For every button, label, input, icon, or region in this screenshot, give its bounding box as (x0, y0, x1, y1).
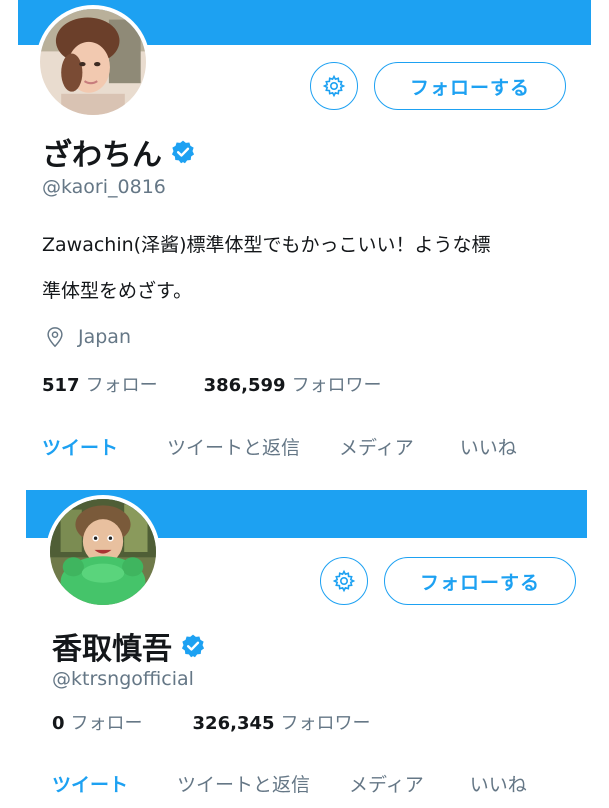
settings-button[interactable] (310, 62, 358, 110)
verified-badge-icon (171, 140, 195, 164)
avatar[interactable] (36, 5, 150, 119)
profile-handle: @kaori_0816 (42, 176, 166, 198)
profile-name: 香取慎吾 (52, 624, 206, 668)
profile-tabs: ツイート ツイートと返信 メディア いいね (42, 433, 517, 460)
profile-bio: Zawachin(泽酱)標準体型でもかっこいい！ような標 準体型をめざす。 (42, 222, 562, 314)
gear-icon (322, 74, 346, 98)
profile-name-text: 香取慎吾 (52, 632, 172, 667)
profile-handle: @ktrsngofficial (52, 668, 194, 690)
profile-name: ざわちん (42, 130, 196, 174)
location-text: Japan (78, 326, 131, 348)
tab-likes[interactable]: いいね (470, 770, 527, 797)
following-link[interactable]: 0 フォロー (52, 709, 143, 735)
avatar[interactable] (46, 495, 160, 609)
followers-count: 326,345 (192, 713, 275, 734)
tab-media[interactable]: メディア (339, 433, 414, 460)
profile-location: Japan (44, 326, 131, 348)
following-label: フォロー (85, 375, 158, 396)
followers-link[interactable]: 386,599 フォロワー (204, 371, 382, 397)
profile-stats: 517 フォロー 386,599 フォロワー (42, 371, 382, 397)
profile-photo-man-green-frog (50, 499, 156, 605)
followers-count: 386,599 (203, 375, 286, 396)
followers-link[interactable]: 326,345 フォロワー (193, 709, 371, 735)
tab-likes[interactable]: いいね (460, 433, 517, 460)
follow-button[interactable]: フォローする (374, 62, 566, 110)
tab-tweets-replies[interactable]: ツイートと返信 (177, 770, 310, 797)
settings-button[interactable] (320, 557, 368, 605)
bio-line: 準体型をめざす。 (42, 280, 193, 302)
gear-icon (332, 569, 356, 593)
following-label: フォロー (70, 713, 143, 734)
followers-label: フォロワー (291, 375, 382, 396)
tab-tweets[interactable]: ツイート (52, 770, 128, 797)
location-pin-icon (47, 327, 63, 348)
following-count: 517 (42, 375, 80, 396)
profile-stats: 0 フォロー 326,345 フォロワー (52, 709, 371, 735)
tab-tweets-replies[interactable]: ツイートと返信 (167, 433, 300, 460)
tab-media[interactable]: メディア (349, 770, 424, 797)
profile-photo-woman (40, 9, 146, 115)
followers-label: フォロワー (280, 713, 371, 734)
profile-tabs: ツイート ツイートと返信 メディア いいね (52, 770, 527, 797)
following-link[interactable]: 517 フォロー (42, 371, 158, 397)
twitter-profiles-screenshot: フォローする ざわちん @kaori_0816 Zawachin(泽酱)標準体型… (0, 0, 609, 808)
verified-badge-icon (181, 634, 205, 658)
follow-button[interactable]: フォローする (384, 557, 576, 605)
tab-tweets[interactable]: ツイート (42, 433, 118, 460)
profile-name-text: ざわちん (42, 138, 162, 173)
following-count: 0 (52, 713, 65, 734)
bio-line: Zawachin(泽酱)標準体型でもかっこいい！ような標 (42, 234, 491, 256)
